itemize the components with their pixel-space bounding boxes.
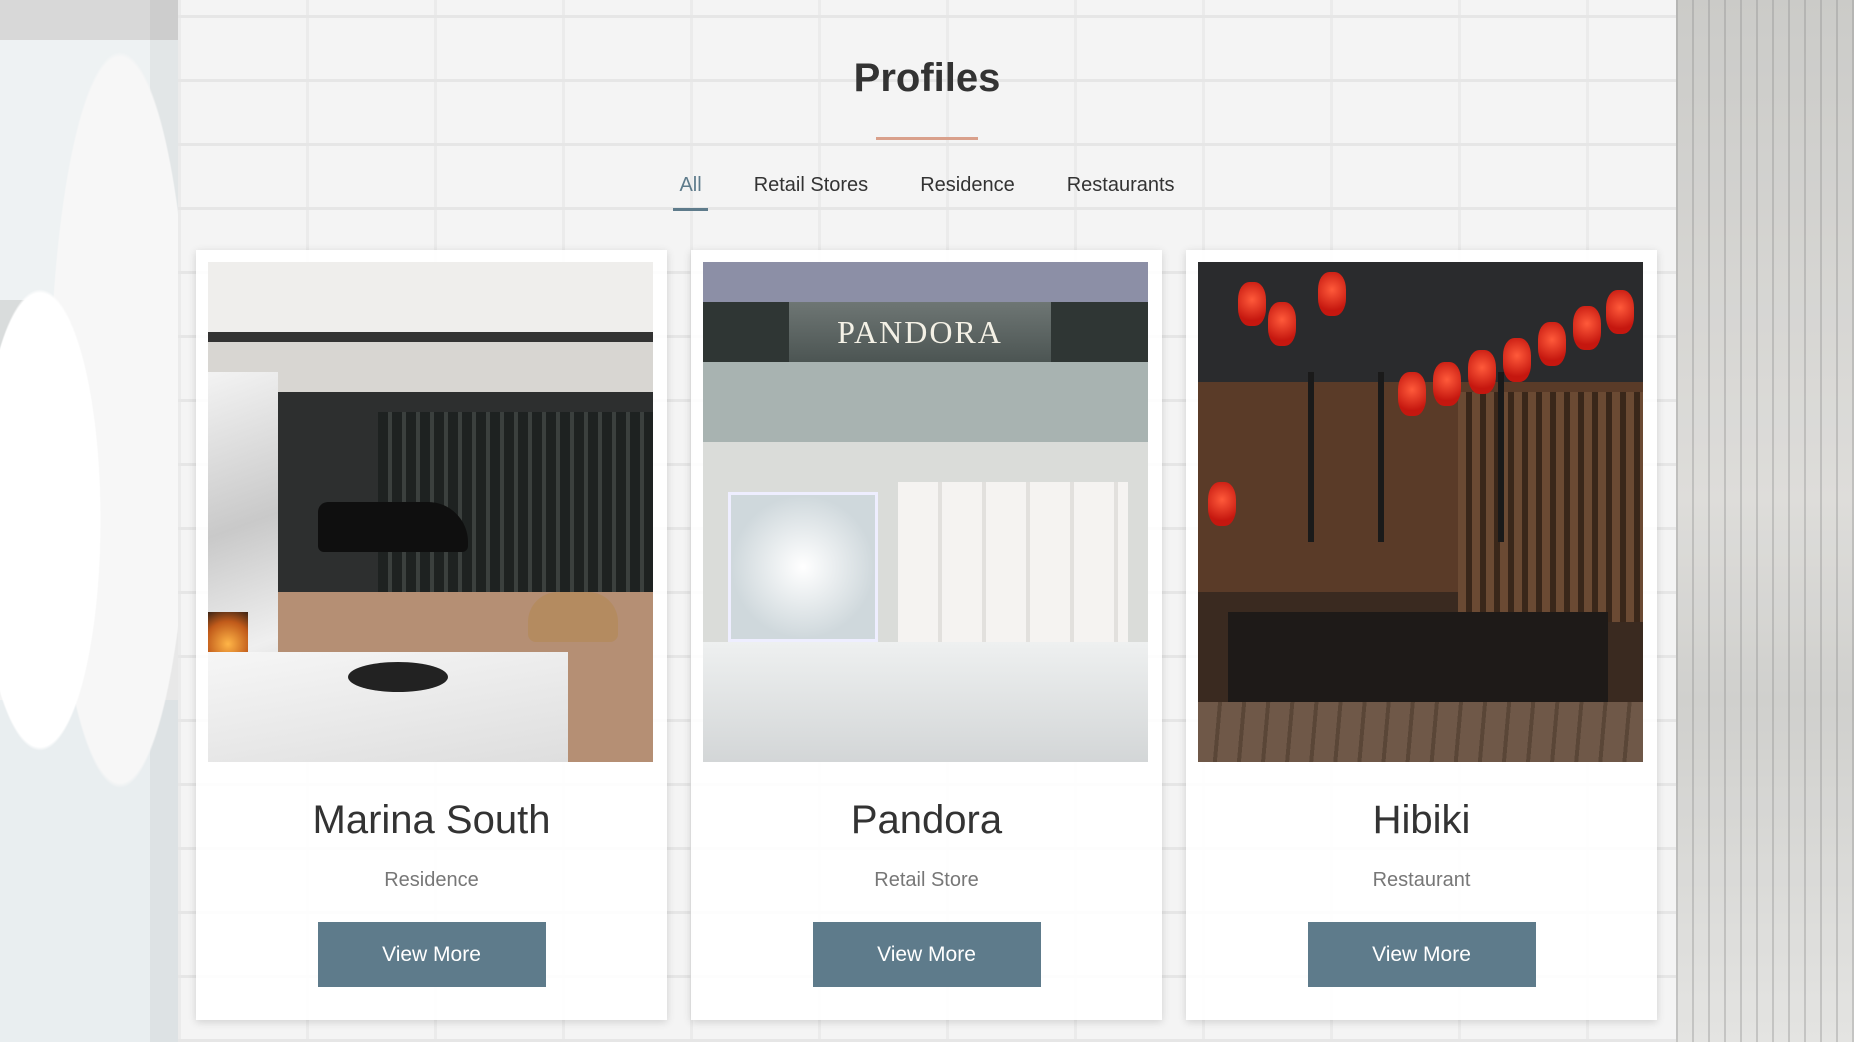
profile-card-pandora: PANDORA Pandora Retail Store View More (691, 250, 1162, 1020)
profile-cards: Marina South Residence View More PANDORA… (196, 250, 1657, 1020)
lantern (1573, 306, 1601, 350)
photo-detail (1198, 702, 1643, 762)
photo-detail (318, 502, 468, 552)
tab-retail-stores[interactable]: Retail Stores (748, 172, 875, 211)
tab-all[interactable]: All (673, 172, 708, 211)
lantern (1398, 372, 1426, 416)
lantern (1318, 272, 1346, 316)
profile-type: Restaurant (1372, 869, 1471, 891)
page-title: Profiles (853, 56, 1001, 100)
photo-detail (348, 662, 448, 692)
view-more-button[interactable]: View More (812, 922, 1041, 987)
profile-card-hibiki: Hibiki Restaurant View More (1186, 250, 1657, 1020)
lantern (1538, 322, 1566, 366)
profile-type: Retail Store (874, 869, 979, 891)
tab-residence[interactable]: Residence (914, 172, 1021, 211)
tab-restaurants[interactable]: Restaurants (1061, 172, 1181, 211)
photo-detail (208, 612, 248, 652)
title-underline (876, 137, 978, 140)
profile-name: Marina South (312, 798, 551, 842)
view-more-button[interactable]: View More (317, 922, 546, 987)
right-backdrop (1676, 0, 1854, 1042)
restaurant-photo[interactable] (1198, 262, 1643, 762)
profile-name: Pandora (850, 798, 1003, 842)
view-more-button[interactable]: View More (1307, 922, 1536, 987)
photo-detail (703, 642, 1148, 762)
lantern (1468, 350, 1496, 394)
left-backdrop (0, 0, 178, 1042)
lantern (1433, 362, 1461, 406)
lantern (1238, 282, 1266, 326)
photo-detail (1228, 612, 1608, 702)
page: Profiles All Retail Stores Residence Res… (0, 0, 1854, 1042)
lantern (1208, 482, 1236, 526)
photo-detail (728, 492, 878, 642)
photo-detail (528, 592, 618, 642)
living-room-photo[interactable] (208, 262, 653, 762)
lantern (1503, 338, 1531, 382)
photo-detail (898, 482, 1128, 642)
lantern (1268, 302, 1296, 346)
lanterns (1198, 262, 1643, 526)
filter-tabs: All Retail Stores Residence Restaurants (0, 172, 1854, 211)
profile-name: Hibiki (1372, 798, 1471, 842)
profile-type: Residence (384, 869, 479, 891)
store-sign: PANDORA (789, 302, 1051, 362)
jewelry-store-photo[interactable]: PANDORA (703, 262, 1148, 762)
lantern (1606, 290, 1634, 334)
profile-card-marina-south: Marina South Residence View More (196, 250, 667, 1020)
